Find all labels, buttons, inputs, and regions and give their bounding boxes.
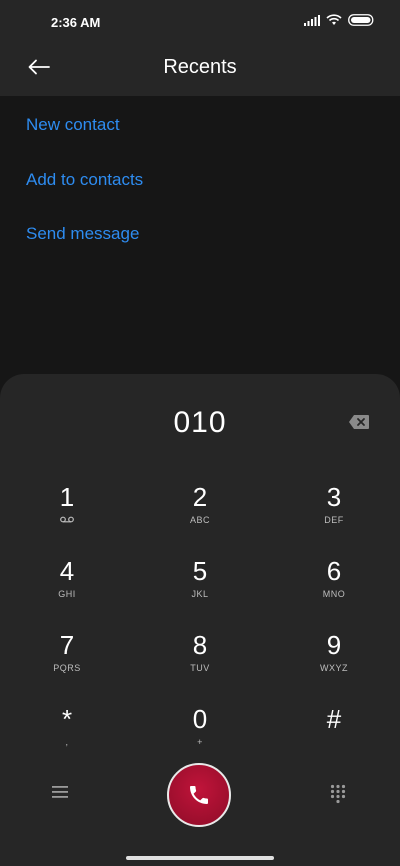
- wifi-icon: [326, 14, 342, 25]
- key-letters: PQRS: [53, 663, 81, 673]
- dial-key-1[interactable]: 1: [22, 482, 112, 542]
- dialed-number[interactable]: 010: [0, 406, 400, 440]
- dialpad-toggle-button[interactable]: [330, 784, 346, 809]
- key-digit: 7: [59, 630, 75, 660]
- key-digit: #: [326, 704, 342, 734]
- key-digit: 0: [192, 704, 208, 734]
- phone-icon: [190, 786, 208, 804]
- key-digit: 2: [192, 482, 208, 512]
- status-bar: 2:36 AM: [0, 0, 400, 44]
- dial-key-star[interactable]: * ,: [22, 704, 112, 764]
- key-letters: JKL: [191, 589, 209, 599]
- dial-key-8[interactable]: 8 TUV: [155, 630, 245, 690]
- key-letters: GHI: [58, 589, 76, 599]
- key-digit: *: [61, 704, 73, 734]
- dial-key-3[interactable]: 3 DEF: [289, 482, 379, 542]
- dial-key-4[interactable]: 4 GHI: [22, 556, 112, 616]
- key-letters: MNO: [322, 589, 346, 599]
- dial-key-2[interactable]: 2 ABC: [155, 482, 245, 542]
- key-letters: TUV: [190, 663, 210, 673]
- dial-key-6[interactable]: 6 MNO: [289, 556, 379, 616]
- dial-key-0[interactable]: 0 +: [155, 704, 245, 764]
- key-letters: [289, 737, 379, 749]
- send-message-link[interactable]: Send message: [26, 224, 139, 244]
- dial-key-7[interactable]: 7 PQRS: [22, 630, 112, 690]
- dial-key-hash[interactable]: #: [289, 704, 379, 764]
- voicemail-icon: [22, 515, 112, 527]
- status-time: 2:36 AM: [51, 15, 101, 30]
- home-indicator[interactable]: [126, 856, 274, 860]
- key-letters: +: [197, 737, 203, 747]
- key-digit: 1: [59, 482, 75, 512]
- add-to-contacts-link[interactable]: Add to contacts: [26, 170, 143, 190]
- call-button[interactable]: [167, 763, 231, 827]
- key-letters: DEF: [324, 515, 344, 525]
- status-icons: [304, 14, 375, 26]
- key-digit: 5: [192, 556, 208, 586]
- battery-icon: [348, 14, 374, 26]
- key-digit: 6: [326, 556, 342, 586]
- dial-key-9[interactable]: 9 WXYZ: [289, 630, 379, 690]
- dial-key-5[interactable]: 5 JKL: [155, 556, 245, 616]
- signal-icon: [304, 14, 320, 26]
- menu-button[interactable]: [52, 785, 68, 804]
- key-digit: 9: [326, 630, 342, 660]
- dialpad-icon: [330, 784, 346, 804]
- key-letters: WXYZ: [320, 663, 348, 673]
- key-letters: ,: [65, 737, 69, 747]
- key-digit: 8: [192, 630, 208, 660]
- page-title: Recents: [163, 56, 237, 78]
- key-digit: 3: [326, 482, 342, 512]
- dialpad: 010 1 2 ABC 3 DEF 4 GHI 5 JKL 6 MNO 7 PQ…: [0, 374, 400, 866]
- key-letters: ABC: [189, 515, 210, 525]
- key-digit: 4: [59, 556, 75, 586]
- backspace-icon[interactable]: [348, 414, 370, 430]
- menu-icon: [52, 786, 68, 798]
- top-app-bar: Recents: [0, 44, 400, 96]
- new-contact-link[interactable]: New contact: [26, 115, 120, 135]
